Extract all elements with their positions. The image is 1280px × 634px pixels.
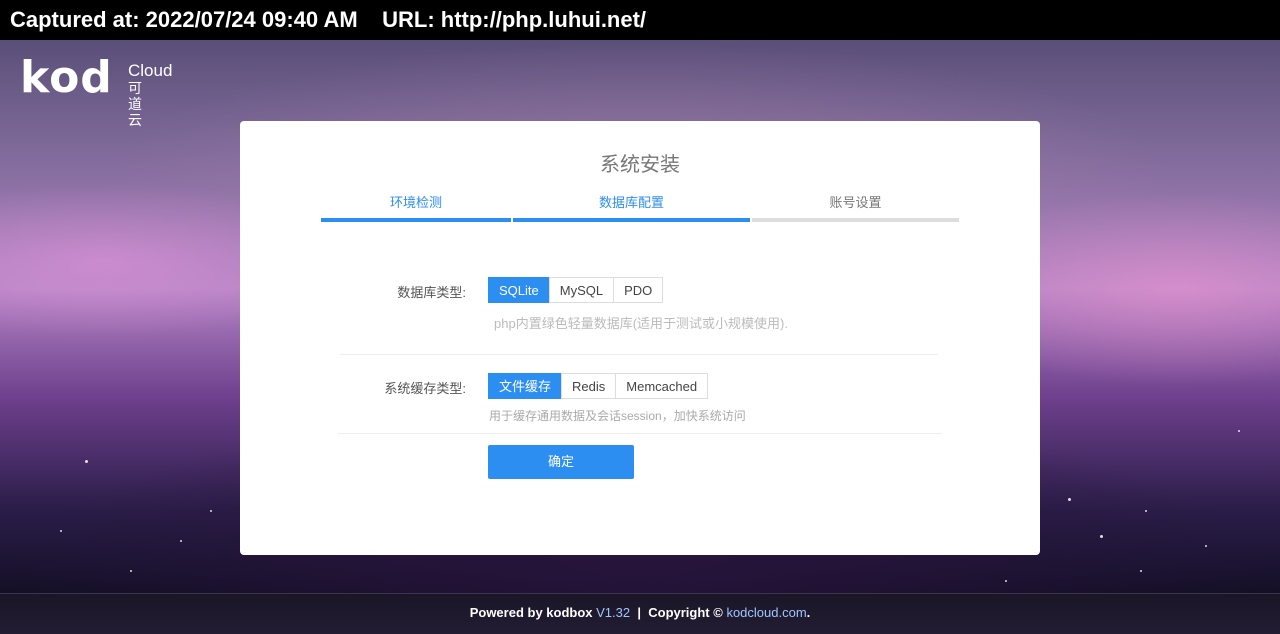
footer-copyright: Copyright © (648, 605, 723, 620)
logo-cn-text: 可道云 (128, 80, 142, 128)
page-title: 系统安装 (600, 154, 680, 176)
footer: Powered by kodbox V1.32 | Copyright © ko… (0, 593, 1280, 634)
cache-type-selector: 文件缓存 Redis Memcached (488, 373, 709, 399)
db-type-hint: php内置绿色轻量数据库(适用于测试或小规模使用). (494, 316, 788, 331)
step-bar-db (513, 218, 750, 222)
footer-site-link[interactable]: kodcloud.com (726, 605, 806, 620)
capture-info-bar: Captured at: 2022/07/24 09:40 AM URL: ht… (0, 0, 1280, 40)
footer-powered: Powered by kodbox (469, 605, 593, 620)
step-env-check: 环境检测 (389, 195, 442, 210)
cache-type-hint: 用于缓存通用数据及会话session，加快系统访问 (489, 409, 746, 423)
confirm-button[interactable]: 确定 (488, 445, 634, 479)
logo-cloud-text: Cloud (128, 61, 173, 80)
db-option-sqlite[interactable]: SQLite (488, 277, 550, 303)
step-db-config: 数据库配置 (598, 195, 664, 210)
db-option-mysql[interactable]: MySQL (548, 277, 615, 303)
db-type-selector: SQLite MySQL PDO (488, 277, 664, 303)
logo-kod-text: kod (20, 52, 113, 103)
step-bar-account (752, 218, 959, 222)
cache-type-label: 系统缓存类型: (384, 381, 466, 396)
cache-option-file[interactable]: 文件缓存 (488, 373, 563, 399)
kodcloud-logo: kod Cloud 可道云 (20, 56, 172, 129)
footer-version: V1.32 (596, 605, 631, 620)
step-bar-env (321, 218, 511, 222)
step-account: 账号设置 (829, 195, 882, 210)
cache-option-memcached[interactable]: Memcached (615, 373, 709, 399)
db-type-label: 数据库类型: (397, 285, 466, 300)
footer-sep: | (637, 605, 641, 620)
footer-end: . (806, 605, 811, 620)
install-card: 系统安装 环境检测 数据库配置 账号设置 数据库类型: SQLite MySQL… (240, 121, 1040, 555)
divider-1 (340, 354, 938, 355)
divider-2 (338, 433, 942, 434)
db-option-pdo[interactable]: PDO (613, 277, 664, 303)
cache-option-redis[interactable]: Redis (561, 373, 617, 399)
